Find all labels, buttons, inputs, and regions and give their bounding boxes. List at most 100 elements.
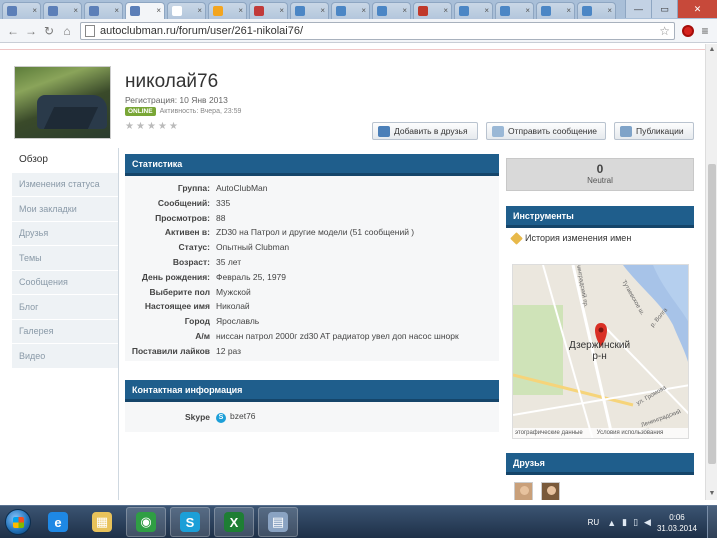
stats-label: Настоящее имя <box>144 301 210 312</box>
windows-taskbar: e ▦ ◉ S X ▤ RU ▲ ▮ ▯ ◀ 0:06 31.03.2014 <box>0 505 717 538</box>
browser-tab[interactable]: × <box>84 2 123 19</box>
browser-tab[interactable]: × <box>495 2 534 19</box>
friend-avatar[interactable] <box>514 482 533 500</box>
browser-tab[interactable]: × <box>167 2 206 19</box>
address-bar[interactable]: autoclubman.ru/forum/user/261-nikolai76/… <box>80 21 675 40</box>
tab-close-icon[interactable]: × <box>443 6 448 15</box>
browser-tab[interactable]: × <box>208 2 247 19</box>
profile-tab[interactable]: Друзья <box>12 221 118 246</box>
clock[interactable]: 0:06 31.03.2014 <box>657 512 697 534</box>
browser-tab[interactable]: × <box>577 2 616 19</box>
friend-avatar[interactable] <box>541 482 560 500</box>
stats-row: Возраст: 35 лет <box>125 256 499 268</box>
stats-label: Выберите пол <box>149 286 210 297</box>
profile-tab[interactable]: Обзор <box>12 148 118 173</box>
browser-tab[interactable]: × <box>413 2 452 19</box>
profile-page: николай76 Регистрация: 10 Янв 2013 ONLIN… <box>0 51 705 500</box>
profile-tab[interactable]: Изменения статуса <box>12 172 118 197</box>
minimize-button[interactable]: — <box>625 0 651 18</box>
envelope-icon <box>492 125 504 137</box>
skype-value[interactable]: Sbzet76 <box>216 411 256 423</box>
rating-star-icon[interactable]: ★ <box>125 122 135 132</box>
browser-tab[interactable]: × <box>372 2 411 19</box>
tab-favicon-icon <box>213 6 223 16</box>
site-header-strip <box>0 44 705 50</box>
ie-icon: e <box>48 512 68 532</box>
browser-tab[interactable]: × <box>290 2 329 19</box>
back-button[interactable]: ← <box>4 22 22 40</box>
close-window-button[interactable]: ✕ <box>677 0 717 18</box>
start-button[interactable] <box>0 506 36 538</box>
rating-star-icon[interactable]: ★ <box>147 122 157 132</box>
map-terms-link[interactable]: Условия использования <box>597 430 664 436</box>
browser-tab[interactable]: × <box>43 2 82 19</box>
rating-star-icon[interactable]: ★ <box>158 122 168 132</box>
rating-star-icon[interactable]: ★ <box>136 122 146 132</box>
stats-label: Группа: <box>177 183 210 193</box>
tab-close-icon[interactable]: × <box>238 6 243 15</box>
tab-close-icon[interactable]: × <box>32 6 37 15</box>
browser-tab[interactable]: × <box>249 2 288 19</box>
taskbar-ie-button[interactable]: e <box>38 507 78 537</box>
tab-close-icon[interactable]: × <box>361 6 366 15</box>
reload-button[interactable]: ↻ <box>40 22 58 40</box>
profile-tab[interactable]: Галерея <box>12 319 118 344</box>
network-icon[interactable]: ▮ <box>622 517 627 528</box>
explorer-icon: ▦ <box>92 512 112 532</box>
browser-tab[interactable]: × <box>536 2 575 19</box>
profile-tab[interactable]: Мои закладки <box>12 197 118 222</box>
maximize-button[interactable]: ▭ <box>651 0 677 18</box>
chrome-menu-icon[interactable]: ≡ <box>697 24 713 38</box>
tray-chevron-icon[interactable]: ▲ <box>607 518 616 528</box>
stats-value[interactable]: ZD30 на Патрол и другие модели (51 сообщ… <box>216 227 414 237</box>
taskbar-skype-button[interactable]: S <box>170 507 210 537</box>
profile-tab[interactable]: Блог <box>12 295 118 320</box>
rating-stars[interactable]: ★ ★ ★ ★ ★ <box>125 122 180 132</box>
tab-close-icon[interactable]: × <box>484 6 489 15</box>
bookmark-star-icon[interactable]: ☆ <box>659 24 670 38</box>
home-button[interactable]: ⌂ <box>58 22 76 40</box>
extension-icon[interactable] <box>679 22 697 40</box>
profile-tabs: Обзор Изменения статуса Мои закладки Друзья… <box>12 148 119 500</box>
tab-close-icon[interactable]: × <box>156 6 161 15</box>
browser-tab[interactable]: × <box>125 2 165 19</box>
profile-tab[interactable]: Сообщения <box>12 270 118 295</box>
tab-favicon-icon <box>582 6 592 16</box>
tab-close-icon[interactable]: × <box>566 6 571 15</box>
browser-tab[interactable]: × <box>454 2 493 19</box>
taskbar-calculator-button[interactable]: ▤ <box>258 507 298 537</box>
profile-tab[interactable]: Видео <box>12 344 118 369</box>
taskbar-explorer-button[interactable]: ▦ <box>82 507 122 537</box>
taskbar-excel-button[interactable]: X <box>214 507 254 537</box>
language-indicator[interactable]: RU <box>588 518 600 527</box>
tab-close-icon[interactable]: × <box>279 6 284 15</box>
stats-value[interactable]: AutoClubMan <box>216 183 268 193</box>
tab-close-icon[interactable]: × <box>73 6 78 15</box>
rating-star-icon[interactable]: ★ <box>169 122 179 132</box>
name-history-link[interactable]: История изменения имен <box>506 228 694 248</box>
tab-close-icon[interactable]: × <box>197 6 202 15</box>
profile-tab[interactable]: Темы <box>12 246 118 271</box>
browser-tab[interactable]: × <box>2 2 41 19</box>
taskbar-chrome-button[interactable]: ◉ <box>126 507 166 537</box>
publications-button[interactable]: Публикации <box>614 122 694 140</box>
show-desktop-button[interactable] <box>707 506 717 538</box>
forward-button[interactable]: → <box>22 22 40 40</box>
map-attribution: этографические данные Условия использова… <box>513 428 688 438</box>
tab-close-icon[interactable]: × <box>114 6 119 15</box>
add-friend-button[interactable]: Добавить в друзья <box>372 122 478 140</box>
tab-close-icon[interactable]: × <box>525 6 530 15</box>
send-message-button[interactable]: Отправить сообщение <box>486 122 606 140</box>
volume-icon[interactable]: ◀ <box>644 517 651 528</box>
page-scrollbar[interactable]: ▲ ▼ <box>705 44 717 500</box>
tab-close-icon[interactable]: × <box>320 6 325 15</box>
user-avatar[interactable] <box>14 66 111 139</box>
browser-tab[interactable]: × <box>331 2 370 19</box>
stats-row: Поставили лайков 12 раз <box>125 345 499 357</box>
tab-close-icon[interactable]: × <box>607 6 612 15</box>
battery-icon[interactable]: ▯ <box>633 517 638 528</box>
tab-close-icon[interactable]: × <box>402 6 407 15</box>
location-map[interactable]: Ленинградский пр. р. Волга Тутаевское ш.… <box>512 264 689 439</box>
skype-label: Skype <box>184 412 210 422</box>
tab-favicon-icon <box>500 6 510 16</box>
